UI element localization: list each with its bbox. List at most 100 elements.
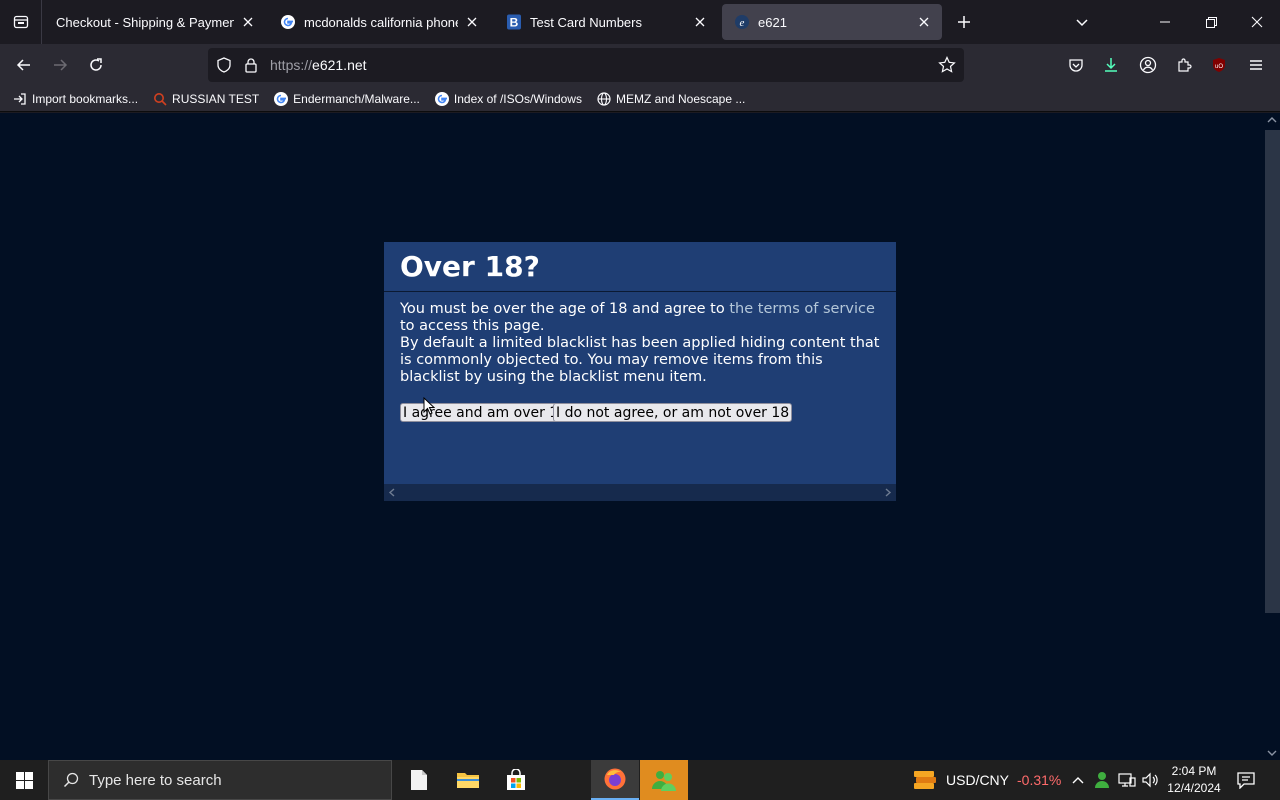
taskbar-notepad[interactable] (395, 760, 443, 800)
start-button[interactable] (0, 760, 48, 800)
bookmark-memz-noescape[interactable]: MEMZ and Noescape ... (594, 88, 747, 110)
tray-user-app[interactable] (1094, 760, 1110, 800)
new-tab-button[interactable] (952, 10, 976, 34)
close-icon[interactable] (692, 14, 708, 30)
bookmark-label: RUSSIAN TEST (172, 91, 260, 106)
windows-logo-icon (15, 771, 33, 789)
svg-text:uO: uO (1215, 64, 1223, 70)
tab-title: Checkout - Shipping & Payment | B (56, 14, 234, 30)
tab-title: e621 (758, 14, 787, 30)
users-icon (652, 771, 676, 791)
dialog-title: Over 18? (400, 250, 540, 283)
scroll-up-icon[interactable] (1267, 116, 1277, 124)
taskbar-search-box[interactable]: Type here to search (48, 760, 392, 800)
forward-arrow-icon (54, 59, 68, 71)
scroll-left-icon[interactable] (388, 488, 396, 497)
volume-button[interactable] (1141, 760, 1159, 800)
import-icon (12, 91, 28, 107)
lock-icon[interactable] (244, 57, 258, 78)
page-content: Over 18? You must be over the age of 18 … (0, 113, 1264, 760)
tab-strip: Checkout - Shipping & Payment | B mcdona… (0, 0, 1280, 44)
bookmarks-toolbar: Import bookmarks... RUSSIAN TEST Enderma… (0, 86, 1280, 112)
tracking-protection-shield-icon[interactable] (216, 57, 232, 78)
close-icon[interactable] (916, 14, 932, 30)
system-clock[interactable]: 2:04 PM 12/4/2024 (1160, 763, 1228, 797)
divider (384, 291, 896, 292)
url-text[interactable]: https://e621.net (270, 57, 367, 73)
ublock-icon: uO (1213, 58, 1225, 72)
action-center-button[interactable] (1237, 760, 1255, 800)
age-verification-dialog: Over 18? You must be over the age of 18 … (384, 242, 896, 501)
notification-icon (1237, 772, 1255, 789)
svg-text:e: e (740, 17, 745, 29)
tab-mcdonalds-search[interactable]: mcdonalds california phone nu (268, 4, 490, 40)
tab-checkout[interactable]: Checkout - Shipping & Payment | B (44, 4, 266, 40)
scrollbar-thumb[interactable] (1265, 130, 1280, 613)
taskbar-microsoft-store[interactable] (492, 760, 540, 800)
e621-icon: e (734, 14, 750, 30)
folder-icon (457, 773, 479, 788)
address-bar[interactable]: https://e621.net (208, 48, 964, 82)
bookmark-index-isos-windows[interactable]: Index of /ISOs/Windows (432, 88, 584, 110)
bootstrap-icon: B (506, 14, 522, 30)
ublock-origin-button[interactable]: uO (1204, 50, 1234, 80)
account-icon (1139, 56, 1157, 74)
user-tray-icon (1095, 772, 1109, 788)
close-icon[interactable] (464, 14, 480, 30)
navigation-toolbar: https://e621.net uO (0, 44, 1280, 86)
reload-icon (90, 58, 102, 71)
reload-button[interactable] (81, 50, 111, 80)
clock-date: 12/4/2024 (1167, 781, 1221, 795)
app-menu-button[interactable] (1241, 50, 1271, 80)
terms-text-before: You must be over the age of 18 and agree… (400, 301, 725, 317)
bookmark-endermanch-malware[interactable]: Endermanch/Malware... (271, 88, 422, 110)
vertical-scrollbar[interactable] (1264, 113, 1280, 760)
chevron-down-icon (1076, 19, 1088, 27)
bookmark-russian-test[interactable]: RUSSIAN TEST (150, 88, 261, 110)
bookmark-label: Import bookmarks... (32, 91, 139, 106)
dialog-body: You must be over the age of 18 and agree… (400, 301, 884, 386)
bookmark-star-icon[interactable] (938, 56, 956, 79)
minimize-button[interactable] (1142, 0, 1188, 44)
network-icon (1118, 773, 1136, 787)
bookmark-label: MEMZ and Noescape ... (615, 91, 746, 106)
taskbar-firefox[interactable] (591, 760, 639, 800)
show-hidden-icons-button[interactable] (1071, 760, 1085, 800)
minimize-icon (1160, 21, 1170, 23)
taskbar-file-explorer[interactable] (444, 760, 492, 800)
tab-e621[interactable]: e e621 (722, 4, 942, 40)
currency-widget[interactable]: USD/CNY -0.31% (912, 760, 1061, 800)
network-button[interactable] (1118, 760, 1136, 800)
disagree-button[interactable]: I do not agree, or am not over 18 (553, 403, 793, 422)
forward-button[interactable] (45, 50, 75, 80)
download-icon (1105, 58, 1117, 72)
bookmark-label: Endermanch/Malware... (293, 91, 420, 106)
scroll-down-icon[interactable] (1267, 749, 1277, 757)
store-bag-icon (507, 769, 525, 790)
list-all-tabs-button[interactable] (1070, 10, 1094, 34)
search-placeholder: Type here to search (89, 771, 222, 789)
close-window-button[interactable] (1234, 0, 1280, 44)
blacklist-notice: By default a limited blacklist has been … (400, 335, 880, 385)
back-button[interactable] (9, 50, 39, 80)
url-scheme: https:// (270, 57, 313, 73)
horizontal-scrollbar[interactable] (384, 484, 896, 501)
currency-pair: USD/CNY (946, 772, 1010, 788)
bookmark-import[interactable]: Import bookmarks... (10, 88, 140, 110)
scroll-right-icon[interactable] (884, 488, 892, 497)
close-icon[interactable] (240, 14, 256, 30)
account-button[interactable] (1133, 50, 1163, 80)
tab-title: mcdonalds california phone nu (304, 14, 458, 30)
close-icon (1251, 16, 1263, 28)
terms-of-service-link[interactable]: the terms of service (729, 301, 875, 317)
url-host: e621.net (312, 57, 367, 73)
firefox-icon (604, 768, 626, 790)
taskbar-users-app[interactable] (640, 760, 688, 800)
pocket-button[interactable] (1061, 50, 1091, 80)
clock-time: 2:04 PM (1171, 764, 1217, 778)
extensions-button[interactable] (1169, 50, 1199, 80)
restore-button[interactable] (1188, 0, 1234, 44)
tab-test-card-numbers[interactable]: B Test Card Numbers (494, 4, 718, 40)
downloads-button[interactable] (1096, 50, 1126, 80)
firefox-view-button[interactable] (0, 0, 42, 44)
